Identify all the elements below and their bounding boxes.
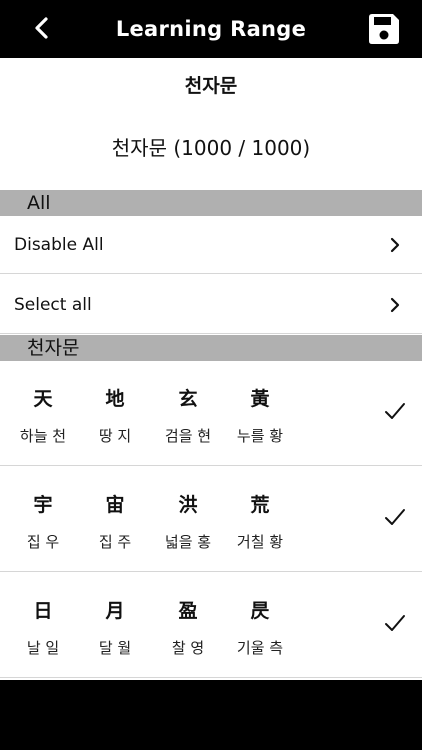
char-cell: 宙 집 주 — [79, 467, 151, 572]
char-cell: 昃 기울 측 — [224, 573, 296, 678]
char-cell: 天 하늘 천 — [7, 361, 79, 466]
chevron-right-icon — [390, 237, 400, 252]
char-cell: 地 땅 지 — [79, 361, 151, 466]
hanja-char: 天 — [33, 388, 53, 410]
disable-all-label: Disable All — [14, 234, 104, 255]
checkmark-icon — [385, 615, 405, 631]
hanja-char: 宇 — [33, 494, 53, 516]
select-all-label: Select all — [14, 294, 92, 315]
book-name: 천자문 — [184, 74, 238, 97]
top-bar: Learning Range — [0, 0, 422, 58]
char-cell: 玄 검을 현 — [152, 361, 224, 466]
hanja-char: 宙 — [105, 494, 125, 516]
hanja-reading: 기울 측 — [236, 639, 284, 657]
char-group-row[interactable]: 日 날 일 月 달 월 盈 찰 영 昃 기울 측 — [0, 573, 422, 678]
save-button[interactable] — [366, 11, 402, 47]
hanja-char: 地 — [105, 388, 125, 410]
hanja-char: 荒 — [250, 494, 270, 516]
hanja-reading: 누를 황 — [236, 427, 284, 445]
select-all-row[interactable]: Select all — [0, 276, 422, 334]
floppy-disk-icon — [369, 14, 399, 44]
char-cell: 宇 집 우 — [7, 467, 79, 572]
hanja-char: 盈 — [178, 600, 198, 622]
hanja-reading: 찰 영 — [171, 639, 205, 657]
page-title: Learning Range — [115, 17, 307, 41]
hanja-char: 黃 — [250, 388, 270, 410]
hanja-char: 洪 — [178, 494, 198, 516]
char-cell: 荒 거칠 황 — [224, 467, 296, 572]
hanja-reading: 날 일 — [26, 639, 60, 657]
hanja-reading: 달 월 — [98, 639, 132, 657]
section-header-all: All — [0, 190, 422, 216]
hanja-char: 月 — [105, 600, 125, 622]
bottom-bar — [0, 680, 422, 750]
hanja-reading: 거칠 황 — [236, 533, 284, 551]
hanja-reading: 넓을 홍 — [164, 533, 212, 551]
back-button[interactable] — [24, 10, 58, 46]
chevron-left-icon — [35, 17, 48, 39]
chevron-right-icon — [390, 297, 400, 312]
hanja-reading: 집 우 — [26, 533, 60, 551]
book-count: 천자문 (1000 / 1000) — [111, 135, 311, 160]
char-cell: 盈 찰 영 — [152, 573, 224, 678]
checkmark-icon — [385, 509, 405, 525]
hanja-char: 玄 — [178, 388, 198, 410]
char-group-row[interactable]: 宇 집 우 宙 집 주 洪 넓을 홍 荒 거칠 황 — [0, 467, 422, 572]
char-cell: 月 달 월 — [79, 573, 151, 678]
hanja-reading: 땅 지 — [98, 427, 132, 445]
checkmark-icon — [385, 403, 405, 419]
hanja-reading: 검을 현 — [164, 427, 212, 445]
disable-all-row[interactable]: Disable All — [0, 216, 422, 274]
char-group-row[interactable]: 天 하늘 천 地 땅 지 玄 검을 현 黃 누를 황 — [0, 361, 422, 466]
hanja-reading: 집 주 — [98, 533, 132, 551]
hanja-char: 日 — [33, 600, 53, 622]
hanja-char: 昃 — [250, 600, 270, 622]
char-cell: 洪 넓을 홍 — [152, 467, 224, 572]
char-cell: 黃 누를 황 — [224, 361, 296, 466]
hanja-reading: 하늘 천 — [19, 427, 67, 445]
section-header-book: 천자문 — [0, 335, 422, 361]
char-cell: 日 날 일 — [7, 573, 79, 678]
learning-range-screen: Learning Range 천자문 천자문 (1000 / 1000) All… — [0, 0, 422, 750]
